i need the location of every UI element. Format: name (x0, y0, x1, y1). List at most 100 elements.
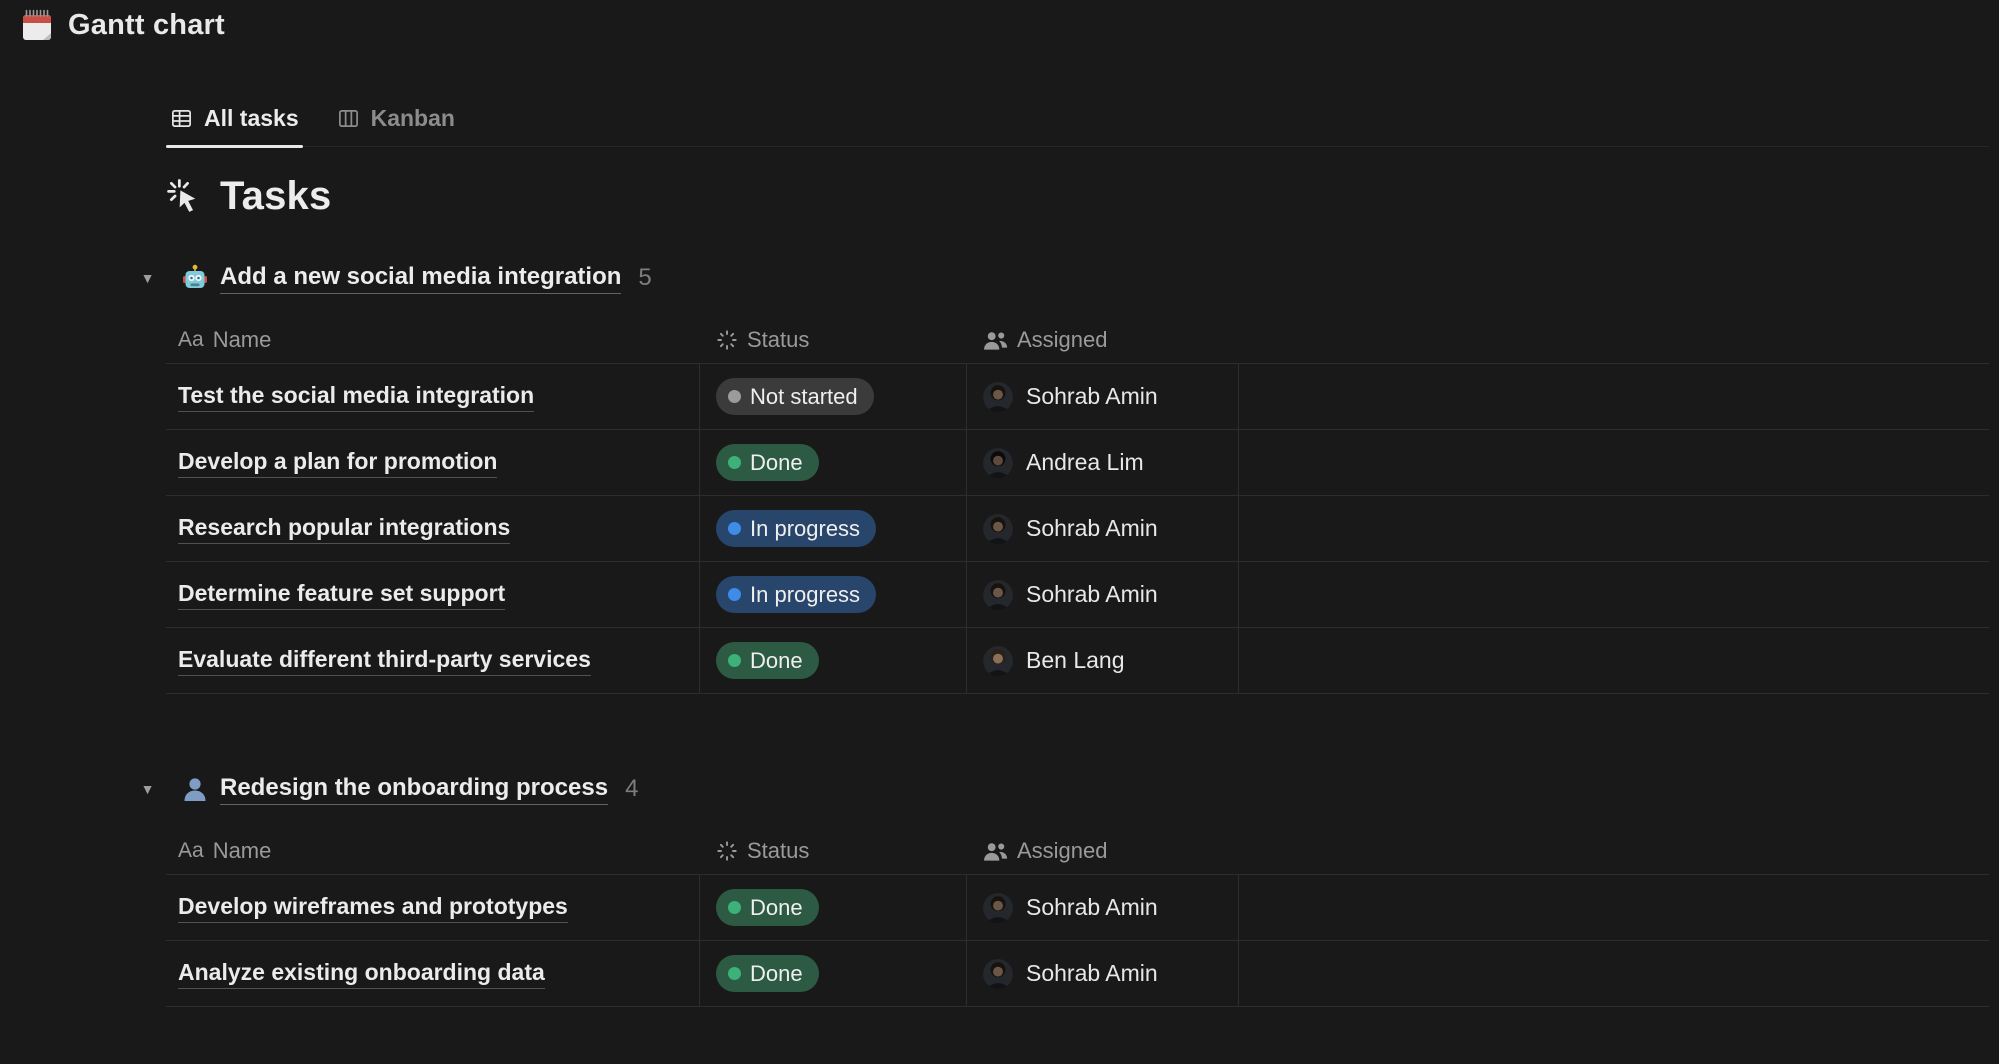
task-name-link[interactable]: Develop a plan for promotion (178, 448, 497, 478)
status-dot-icon (728, 456, 741, 469)
task-status-cell[interactable]: Done (700, 628, 967, 693)
task-assignee-cell[interactable]: Sohrab Amin (967, 562, 1239, 627)
status-label: In progress (750, 582, 860, 608)
status-label: Done (750, 648, 803, 674)
status-dot-icon (728, 967, 741, 980)
text-icon: Aa (178, 839, 204, 863)
page-title-text[interactable]: Tasks (220, 174, 331, 219)
text-icon: Aa (178, 328, 204, 352)
click-icon (166, 178, 203, 215)
column-header-name[interactable]: Aa Name (166, 327, 700, 353)
task-name-link[interactable]: Develop wireframes and prototypes (178, 893, 568, 923)
main-content: All tasks Kanban (166, 90, 1989, 1007)
column-label: Status (747, 838, 809, 864)
status-dot-icon (728, 901, 741, 914)
status-label: In progress (750, 516, 860, 542)
status-badge[interactable]: In progress (716, 576, 876, 613)
status-badge[interactable]: Done (716, 889, 819, 926)
table-row: Test the social media integration Not st… (166, 364, 1989, 430)
task-name-cell[interactable]: Determine feature set support (166, 562, 700, 627)
task-assignee-cell[interactable]: Sohrab Amin (967, 875, 1239, 940)
task-name-cell[interactable]: Test the social media integration (166, 364, 700, 429)
table-row: Research popular integrations In progres… (166, 496, 1989, 562)
task-status-cell[interactable]: In progress (700, 496, 967, 561)
group-header: ▼ Redesign the onboarding process 4 (140, 772, 1989, 806)
table-header-row: Aa Name Status (166, 317, 1989, 364)
assignee-avatar (983, 959, 1013, 989)
status-dot-icon (728, 522, 741, 535)
task-status-cell[interactable]: Done (700, 430, 967, 495)
assignee-name: Sohrab Amin (1026, 383, 1158, 410)
collapse-toggle-icon[interactable]: ▼ (140, 270, 155, 286)
task-name-link[interactable]: Determine feature set support (178, 580, 505, 610)
task-name-link[interactable]: Analyze existing onboarding data (178, 959, 545, 989)
column-label: Assigned (1017, 327, 1108, 353)
empty-cell (1239, 941, 1989, 1006)
status-spinner-icon (716, 840, 738, 862)
status-dot-icon (728, 390, 741, 403)
task-status-cell[interactable]: In progress (700, 562, 967, 627)
task-assignee-cell[interactable]: Sohrab Amin (967, 941, 1239, 1006)
empty-cell (1239, 364, 1989, 429)
empty-cell (1239, 628, 1989, 693)
people-icon (983, 841, 1008, 862)
task-name-cell[interactable]: Analyze existing onboarding data (166, 941, 700, 1006)
tab-all-tasks[interactable]: All tasks (166, 90, 303, 146)
task-name-cell[interactable]: Develop a plan for promotion (166, 430, 700, 495)
column-header-assigned[interactable]: Assigned (967, 327, 1239, 353)
status-badge[interactable]: In progress (716, 510, 876, 547)
column-header-assigned[interactable]: Assigned (967, 838, 1239, 864)
tab-label: All tasks (204, 105, 299, 132)
status-badge[interactable]: Done (716, 642, 819, 679)
assignee-avatar (983, 514, 1013, 544)
task-status-cell[interactable]: Not started (700, 364, 967, 429)
task-name-cell[interactable]: Develop wireframes and prototypes (166, 875, 700, 940)
task-name-cell[interactable]: Research popular integrations (166, 496, 700, 561)
task-assignee-cell[interactable]: Andrea Lim (967, 430, 1239, 495)
table-row: Analyze existing onboarding data Done So… (166, 941, 1989, 1007)
task-assignee-cell[interactable]: Sohrab Amin (967, 496, 1239, 561)
status-label: Not started (750, 384, 858, 410)
status-dot-icon (728, 654, 741, 667)
group-title-link[interactable]: Redesign the onboarding process (220, 774, 608, 805)
assignee-name: Ben Lang (1026, 647, 1124, 674)
people-icon (983, 330, 1008, 351)
group-title-link[interactable]: Add a new social media integration (220, 263, 621, 294)
calendar-icon (20, 8, 54, 42)
status-badge[interactable]: Done (716, 444, 819, 481)
empty-cell (1239, 430, 1989, 495)
task-name-link[interactable]: Test the social media integration (178, 382, 534, 412)
table-row: Determine feature set support In progres… (166, 562, 1989, 628)
status-dot-icon (728, 588, 741, 601)
assignee-name: Sohrab Amin (1026, 515, 1158, 542)
view-tabs: All tasks Kanban (166, 90, 1989, 147)
assignee-avatar (983, 646, 1013, 676)
task-assignee-cell[interactable]: Sohrab Amin (967, 364, 1239, 429)
collapse-toggle-icon[interactable]: ▼ (140, 781, 155, 797)
table-row: Develop wireframes and prototypes Done S… (166, 875, 1989, 941)
column-header-name[interactable]: Aa Name (166, 838, 700, 864)
column-label: Name (213, 838, 272, 864)
tab-kanban[interactable]: Kanban (333, 90, 459, 146)
robot-icon (181, 264, 209, 292)
column-header-status[interactable]: Status (700, 327, 967, 353)
group-count: 5 (638, 264, 651, 292)
window-title: Gantt chart (20, 8, 225, 42)
task-name-cell[interactable]: Evaluate different third-party services (166, 628, 700, 693)
page-title: Tasks (166, 171, 1989, 221)
group-count: 4 (625, 775, 638, 803)
table-row: Evaluate different third-party services … (166, 628, 1989, 694)
task-status-cell[interactable]: Done (700, 875, 967, 940)
task-status-cell[interactable]: Done (700, 941, 967, 1006)
status-badge[interactable]: Done (716, 955, 819, 992)
status-badge[interactable]: Not started (716, 378, 874, 415)
task-name-link[interactable]: Evaluate different third-party services (178, 646, 591, 676)
column-label: Status (747, 327, 809, 353)
task-assignee-cell[interactable]: Ben Lang (967, 628, 1239, 693)
status-label: Done (750, 961, 803, 987)
empty-cell (1239, 562, 1989, 627)
table-header-row: Aa Name Status (166, 828, 1989, 875)
column-header-status[interactable]: Status (700, 838, 967, 864)
empty-cell (1239, 875, 1989, 940)
task-name-link[interactable]: Research popular integrations (178, 514, 510, 544)
